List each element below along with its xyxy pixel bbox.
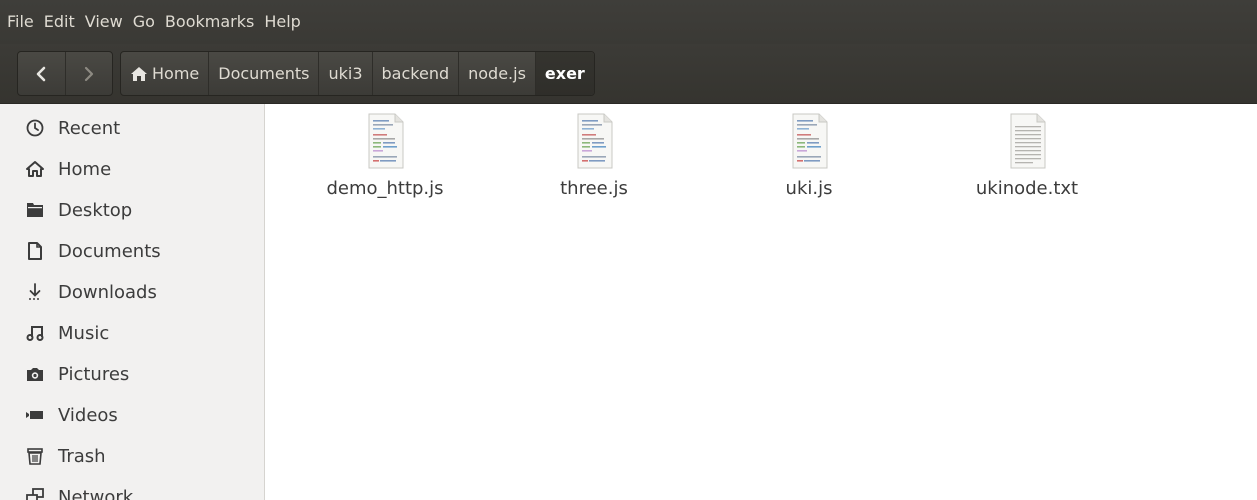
sidebar-item-label: Documents xyxy=(58,240,161,262)
menu-help[interactable]: Help xyxy=(259,0,305,44)
camera-icon xyxy=(24,363,46,385)
text-file-icon xyxy=(1010,113,1046,169)
breadcrumb-nodejs[interactable]: node.js xyxy=(459,52,536,95)
file-view[interactable]: demo_http.js three.js uki.js ukinode.txt xyxy=(265,104,1257,500)
chevron-left-icon xyxy=(36,66,46,81)
forward-button[interactable] xyxy=(66,52,113,95)
sidebar-item-label: Downloads xyxy=(58,281,157,303)
file-item[interactable]: uki.js xyxy=(719,112,899,199)
download-icon xyxy=(24,281,46,303)
file-item[interactable]: three.js xyxy=(504,112,684,199)
network-icon xyxy=(24,486,46,500)
breadcrumb-documents[interactable]: Documents xyxy=(209,52,320,95)
sidebar-item-label: Pictures xyxy=(58,363,130,385)
sidebar-item-network[interactable]: Network xyxy=(0,477,264,500)
sidebar-item-label: Recent xyxy=(58,117,121,139)
sidebar-item-trash[interactable]: Trash xyxy=(0,436,264,476)
folder-icon xyxy=(24,199,46,221)
toolbar: Home Documents uki3 backend node.js exer xyxy=(0,44,1257,104)
file-name: uki.js xyxy=(785,178,833,199)
breadcrumb-backend[interactable]: backend xyxy=(373,52,460,95)
file-item[interactable]: ukinode.txt xyxy=(937,112,1117,199)
sidebar-item-label: Network xyxy=(58,486,134,500)
file-name: three.js xyxy=(560,178,628,199)
menu-bookmarks[interactable]: Bookmarks xyxy=(160,0,259,44)
sidebar-item-recent[interactable]: Recent xyxy=(0,108,264,148)
file-item[interactable]: demo_http.js xyxy=(295,112,475,199)
video-icon xyxy=(24,404,46,426)
menu-view[interactable]: View xyxy=(80,0,128,44)
sidebar-item-downloads[interactable]: Downloads xyxy=(0,272,264,312)
sidebar-item-desktop[interactable]: Desktop xyxy=(0,190,264,230)
sidebar: Recent Home Desktop Documents Downloads … xyxy=(0,104,265,500)
menubar: File Edit View Go Bookmarks Help xyxy=(0,0,1257,44)
menu-go[interactable]: Go xyxy=(128,0,160,44)
clock-icon xyxy=(24,117,46,139)
breadcrumb-exer[interactable]: exer xyxy=(535,52,594,95)
sidebar-item-documents[interactable]: Documents xyxy=(0,231,264,271)
sidebar-item-pictures[interactable]: Pictures xyxy=(0,354,264,394)
javascript-file-icon xyxy=(792,113,828,169)
sidebar-item-label: Videos xyxy=(58,404,118,426)
home-icon xyxy=(24,158,46,180)
home-icon xyxy=(130,66,148,82)
breadcrumb-uki3[interactable]: uki3 xyxy=(319,52,373,95)
javascript-file-icon xyxy=(577,113,613,169)
sidebar-item-label: Trash xyxy=(58,445,106,467)
sidebar-item-label: Music xyxy=(58,322,110,344)
trash-icon xyxy=(24,445,46,467)
menu-file[interactable]: File xyxy=(2,0,39,44)
sidebar-item-home[interactable]: Home xyxy=(0,149,264,189)
menu-edit[interactable]: Edit xyxy=(39,0,80,44)
sidebar-item-label: Home xyxy=(58,158,112,180)
breadcrumb-home-label: Home xyxy=(152,64,200,83)
music-icon xyxy=(24,322,46,344)
javascript-file-icon xyxy=(368,113,404,169)
chevron-right-icon xyxy=(84,66,93,81)
sidebar-item-label: Desktop xyxy=(58,199,133,221)
breadcrumb-home[interactable]: Home xyxy=(121,52,210,95)
sidebar-item-music[interactable]: Music xyxy=(0,313,264,353)
navigation-buttons xyxy=(17,51,113,96)
back-button[interactable] xyxy=(18,52,66,95)
sidebar-item-videos[interactable]: Videos xyxy=(0,395,264,435)
file-name: demo_http.js xyxy=(326,178,444,199)
file-name: ukinode.txt xyxy=(975,178,1079,199)
document-icon xyxy=(24,240,46,262)
breadcrumb: Home Documents uki3 backend node.js exer xyxy=(120,51,595,96)
